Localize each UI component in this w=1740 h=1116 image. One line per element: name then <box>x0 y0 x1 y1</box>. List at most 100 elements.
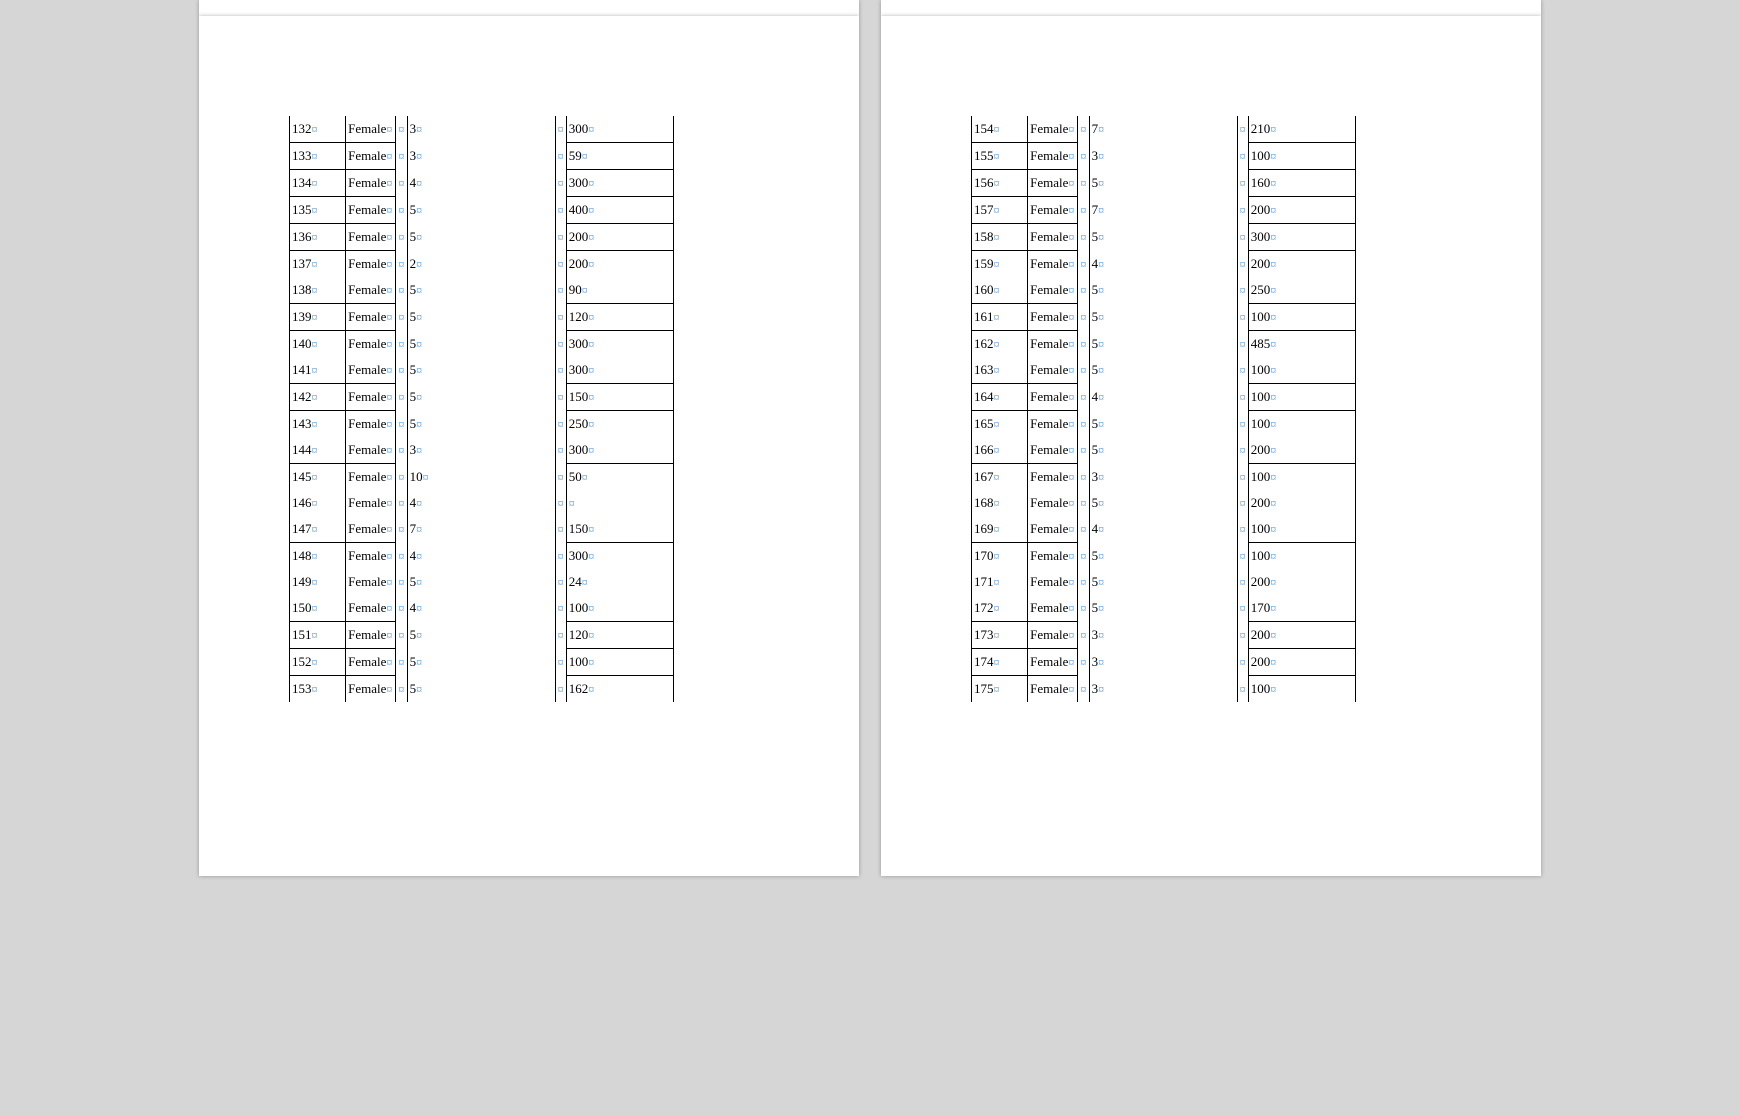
spacer-cell: ¤ <box>396 676 407 703</box>
spacer-cell: ¤ <box>1237 357 1248 384</box>
cell-text-v2: 150 <box>569 521 589 536</box>
cell-id: 170¤ <box>972 543 1028 570</box>
formatting-mark-icon: ¤ <box>558 443 564 457</box>
formatting-mark-icon: ¤ <box>994 522 1000 536</box>
cell-text-v2: 200 <box>1251 202 1271 217</box>
cell-text-gender: Female <box>1030 389 1068 404</box>
data-table-right: 154¤Female¤¤7¤¤210¤155¤Female¤¤3¤¤100¤15… <box>971 116 1356 702</box>
cell-id: 138¤ <box>290 277 346 304</box>
table-row: 162¤Female¤¤5¤¤485¤ <box>972 331 1356 358</box>
formatting-mark-icon: ¤ <box>1270 122 1276 136</box>
spacer-cell: ¤ <box>396 411 407 438</box>
cell-text-id: 140 <box>292 336 312 351</box>
cell-gender: Female¤ <box>346 116 396 143</box>
formatting-mark-icon: ¤ <box>386 122 392 136</box>
cell-id: 144¤ <box>290 437 346 464</box>
formatting-mark-icon: ¤ <box>416 417 422 431</box>
spacer-cell: ¤ <box>555 649 566 676</box>
table-row: 173¤Female¤¤3¤¤200¤ <box>972 622 1356 649</box>
cell-v1: 5¤ <box>1089 170 1237 197</box>
cell-text-id: 136 <box>292 229 312 244</box>
table-row: 155¤Female¤¤3¤¤100¤ <box>972 143 1356 170</box>
formatting-mark-icon: ¤ <box>1270 470 1276 484</box>
cell-gender: Female¤ <box>1028 543 1078 570</box>
formatting-mark-icon: ¤ <box>1098 230 1104 244</box>
spacer-cell: ¤ <box>1237 649 1248 676</box>
formatting-mark-icon: ¤ <box>1068 601 1074 615</box>
formatting-mark-icon: ¤ <box>1270 682 1276 696</box>
formatting-mark-icon: ¤ <box>312 363 318 377</box>
formatting-mark-icon: ¤ <box>386 496 392 510</box>
cell-id: 135¤ <box>290 197 346 224</box>
cell-v1: 5¤ <box>407 676 555 703</box>
cell-text-gender: Female <box>1030 175 1068 190</box>
cell-v1: 4¤ <box>1089 384 1237 411</box>
cell-id: 134¤ <box>290 170 346 197</box>
spacer-cell: ¤ <box>1237 595 1248 622</box>
spacer-cell: ¤ <box>1078 569 1089 595</box>
formatting-mark-icon: ¤ <box>588 601 594 615</box>
cell-v2: 50¤ <box>566 464 673 491</box>
formatting-mark-icon: ¤ <box>1080 390 1086 404</box>
cell-v2: 120¤ <box>566 304 673 331</box>
formatting-mark-icon: ¤ <box>1240 549 1246 563</box>
cell-gender: Female¤ <box>1028 384 1078 411</box>
spacer-cell: ¤ <box>1237 170 1248 197</box>
cell-text-gender: Female <box>1030 121 1068 136</box>
cell-text-gender: Female <box>348 548 386 563</box>
spacer-cell: ¤ <box>1237 251 1248 278</box>
formatting-mark-icon: ¤ <box>398 122 404 136</box>
cell-text-gender: Female <box>348 256 386 271</box>
cell-text-id: 155 <box>974 148 994 163</box>
table-row: 138¤Female¤¤5¤¤90¤ <box>290 277 674 304</box>
cell-gender: Female¤ <box>346 490 396 516</box>
cell-text-gender: Female <box>348 389 386 404</box>
formatting-mark-icon: ¤ <box>994 257 1000 271</box>
spacer-cell: ¤ <box>1078 437 1089 464</box>
spacer-cell: ¤ <box>1078 277 1089 304</box>
formatting-mark-icon: ¤ <box>1068 230 1074 244</box>
cell-gender: Female¤ <box>346 464 396 491</box>
cell-v2: 200¤ <box>1248 490 1355 516</box>
spacer-cell: ¤ <box>1237 490 1248 516</box>
cell-text-gender: Female <box>1030 309 1068 324</box>
cell-text-id: 174 <box>974 654 994 669</box>
cell-v2: 24¤ <box>566 569 673 595</box>
formatting-mark-icon: ¤ <box>1080 628 1086 642</box>
formatting-mark-icon: ¤ <box>1068 337 1074 351</box>
cell-id: 143¤ <box>290 411 346 438</box>
formatting-mark-icon: ¤ <box>994 390 1000 404</box>
formatting-mark-icon: ¤ <box>386 363 392 377</box>
cell-text-id: 165 <box>974 416 994 431</box>
formatting-mark-icon: ¤ <box>1080 122 1086 136</box>
table-row: 175¤Female¤¤3¤¤100¤ <box>972 676 1356 703</box>
formatting-mark-icon: ¤ <box>312 337 318 351</box>
spacer-cell: ¤ <box>396 490 407 516</box>
table-row: 156¤Female¤¤5¤¤160¤ <box>972 170 1356 197</box>
spacer-cell: ¤ <box>1078 543 1089 570</box>
spacer-cell: ¤ <box>555 116 566 143</box>
cell-id: 162¤ <box>972 331 1028 358</box>
formatting-mark-icon: ¤ <box>386 337 392 351</box>
formatting-mark-icon: ¤ <box>1270 257 1276 271</box>
cell-gender: Female¤ <box>1028 516 1078 543</box>
formatting-mark-icon: ¤ <box>386 310 392 324</box>
formatting-mark-icon: ¤ <box>558 337 564 351</box>
cell-text-id: 149 <box>292 574 312 589</box>
formatting-mark-icon: ¤ <box>1270 417 1276 431</box>
formatting-mark-icon: ¤ <box>1270 522 1276 536</box>
cell-v2: 170¤ <box>1248 595 1355 622</box>
spacer-cell: ¤ <box>1078 464 1089 491</box>
cell-id: 164¤ <box>972 384 1028 411</box>
spacer-cell: ¤ <box>555 411 566 438</box>
formatting-mark-icon: ¤ <box>1240 310 1246 324</box>
cell-v2: 250¤ <box>1248 277 1355 304</box>
formatting-mark-icon: ¤ <box>416 575 422 589</box>
cell-v2: ¤ <box>566 490 673 516</box>
spacer-cell: ¤ <box>396 384 407 411</box>
cell-text-id: 168 <box>974 495 994 510</box>
formatting-mark-icon: ¤ <box>312 601 318 615</box>
cell-text-id: 152 <box>292 654 312 669</box>
formatting-mark-icon: ¤ <box>1068 283 1074 297</box>
cell-id: 166¤ <box>972 437 1028 464</box>
